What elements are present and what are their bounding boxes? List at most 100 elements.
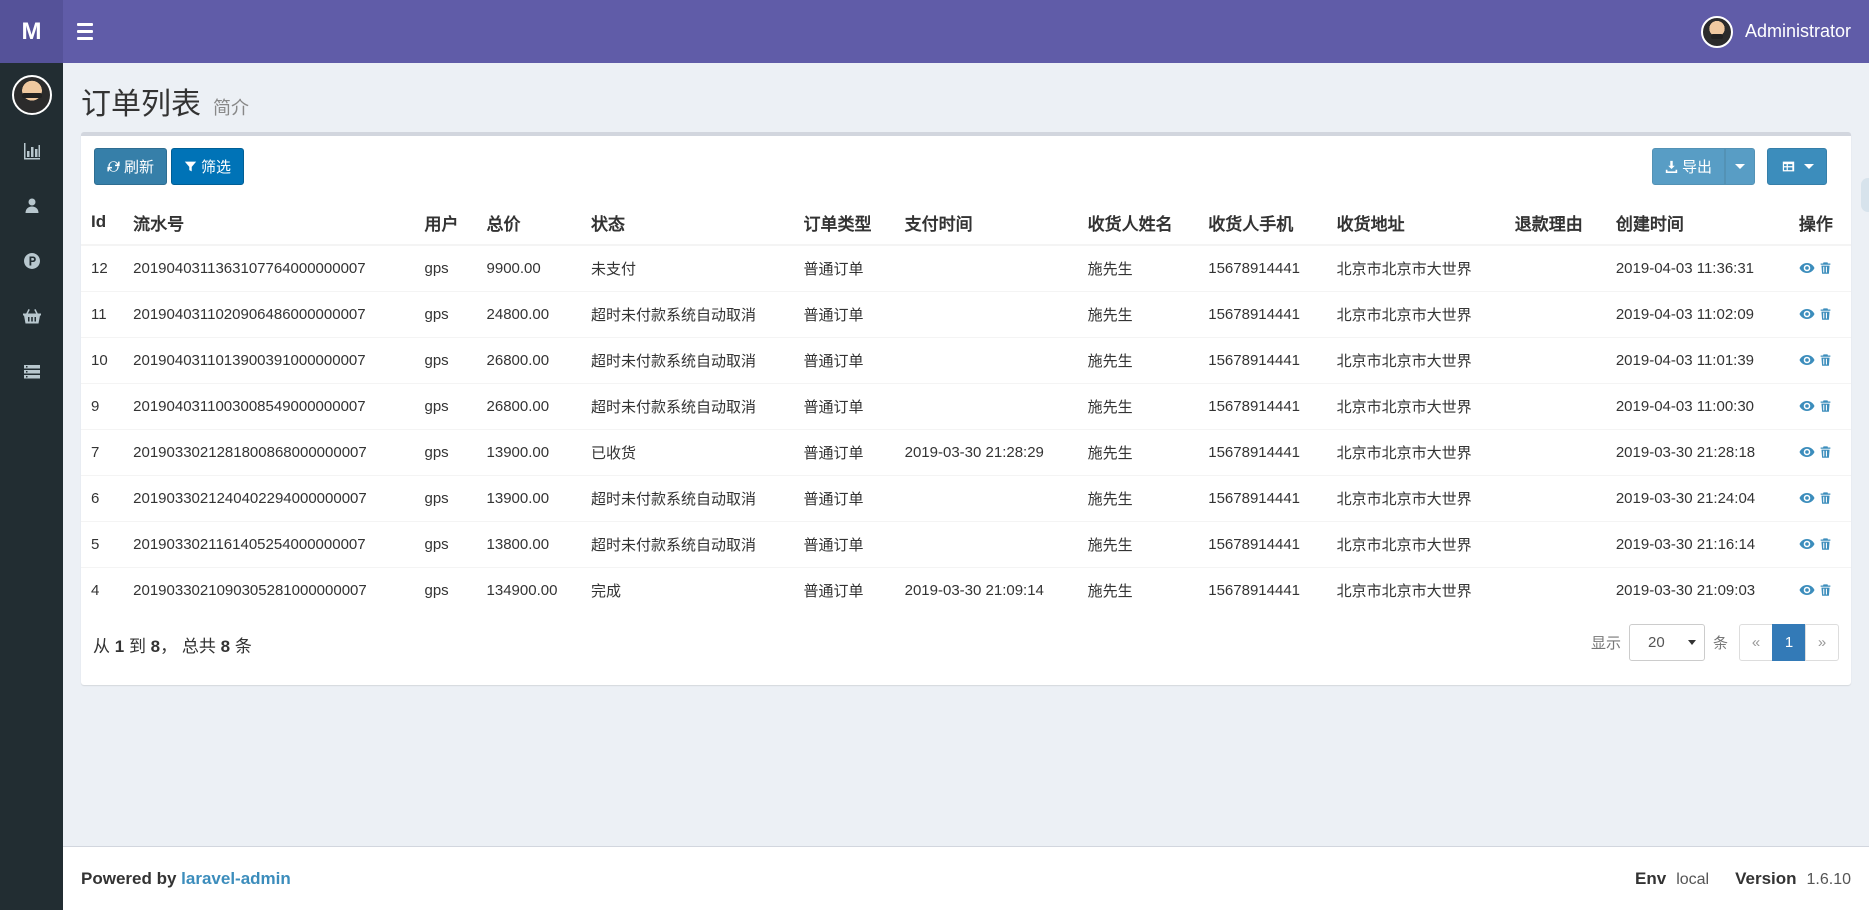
- row-action-icons: [1799, 582, 1841, 598]
- table-cell: [894, 474, 1078, 521]
- table-cell: gps: [414, 474, 477, 521]
- eye-icon[interactable]: [1799, 490, 1815, 506]
- table-cell: 2019040311013900391000000007: [123, 336, 415, 383]
- next-page-button[interactable]: »: [1805, 624, 1839, 661]
- orders-table: Id 流水号 用户 总价 状态 订单类型 支付时间 收货人姓名 收货人手机 收货地址 退款理由 创建时…: [81, 200, 1851, 613]
- table-row: 9 2019040311003008549000000007 gps 26800.00…: [81, 382, 1851, 429]
- column-header: 支付时间: [894, 200, 1078, 246]
- eye-icon[interactable]: [1799, 536, 1815, 552]
- table-header-row: Id 流水号 用户 总价 状态 订单类型 支付时间 收货人姓名 收货人手机 收货地址 退款理由 创建时…: [81, 200, 1851, 246]
- table-cell: 13900.00: [476, 474, 581, 521]
- pagination-summary: 从 1 到 8， 总共 8 条: [93, 632, 252, 657]
- env-value: local: [1676, 870, 1710, 888]
- table-cell: 施先生: [1077, 428, 1199, 475]
- summary-total-word: ， 总共: [160, 637, 216, 656]
- per-page-label: 显示: [1590, 635, 1621, 652]
- eye-icon[interactable]: [1799, 352, 1815, 368]
- sidebar-item-list[interactable]: [0, 343, 63, 398]
- sidebar: [0, 63, 63, 910]
- refresh-button[interactable]: 刷新: [94, 148, 168, 185]
- table-cell: 2019-04-03 11:36:31: [1605, 244, 1789, 291]
- column-header: 退款理由: [1504, 200, 1606, 246]
- list-icon: [23, 364, 40, 378]
- column-header: Id: [81, 200, 124, 246]
- summary-total: 8: [220, 637, 231, 656]
- filter-button[interactable]: 筛选: [171, 148, 245, 185]
- eye-icon[interactable]: [1799, 582, 1815, 598]
- sidebar-toggle-icon[interactable]: [77, 19, 103, 45]
- page-subtitle: 简介: [213, 98, 249, 118]
- table-body: 12 2019040311363107764000000007 gps 9900.00…: [81, 244, 1851, 613]
- version-label: Version: [1735, 868, 1797, 888]
- avatar: [1700, 15, 1733, 48]
- table-cell: gps: [414, 244, 477, 291]
- table-cell: 普通订单: [793, 474, 895, 521]
- per-page-select[interactable]: 20: [1628, 624, 1705, 661]
- export-button[interactable]: 导出: [1651, 148, 1725, 185]
- eye-icon[interactable]: [1799, 444, 1815, 460]
- refresh-label: 刷新: [124, 159, 155, 176]
- trash-icon[interactable]: [1819, 398, 1832, 414]
- table-cell: 施先生: [1077, 336, 1199, 383]
- laravel-admin-link[interactable]: laravel-admin: [181, 869, 291, 888]
- page-links: « 1 »: [1739, 624, 1839, 661]
- trash-icon[interactable]: [1819, 490, 1832, 506]
- user-menu[interactable]: Administrator: [1700, 15, 1851, 48]
- table-cell: 超时未付款系统自动取消: [580, 382, 794, 429]
- table-cell: [894, 336, 1078, 383]
- sidebar-avatar[interactable]: [11, 75, 52, 115]
- column-header: 订单类型: [793, 200, 895, 246]
- table-cell: 15678914441: [1198, 336, 1327, 383]
- sidebar-item-orders[interactable]: [0, 288, 63, 343]
- table-cell: gps: [414, 336, 477, 383]
- trash-icon[interactable]: [1819, 260, 1832, 276]
- eye-icon[interactable]: [1799, 306, 1815, 322]
- eye-icon[interactable]: [1799, 398, 1815, 414]
- table-cell: 11: [81, 290, 124, 337]
- table-cell: 2019033021090305281000000007: [123, 566, 415, 613]
- trash-icon[interactable]: [1819, 306, 1832, 322]
- sidebar-item-users[interactable]: [0, 178, 63, 233]
- row-actions: [1788, 336, 1851, 383]
- prev-page-button[interactable]: «: [1739, 624, 1773, 661]
- table-cell: 超时未付款系统自动取消: [580, 290, 794, 337]
- export-button-group: 导出: [1651, 148, 1755, 185]
- table-row: 12 2019040311363107764000000007 gps 9900.00…: [81, 244, 1851, 291]
- trash-icon[interactable]: [1819, 582, 1832, 598]
- table-cell: 134900.00: [476, 566, 581, 613]
- footer-env: Env local Version 1.6.10: [1635, 869, 1851, 889]
- user-icon: [25, 198, 38, 213]
- table-row: 5 2019033021161405254000000007 gps 13800.00…: [81, 520, 1851, 567]
- table-cell: gps: [414, 520, 477, 567]
- grid-toolbar: 刷新 筛选: [94, 148, 245, 185]
- row-action-icons: [1799, 352, 1841, 368]
- table-cell: [894, 290, 1078, 337]
- column-selector-button[interactable]: [1767, 148, 1827, 185]
- top-navbar: Administrator: [63, 0, 1869, 63]
- table-row: 4 2019033021090305281000000007 gps 134900.0…: [81, 566, 1851, 613]
- filter-label: 筛选: [201, 159, 232, 176]
- trash-icon[interactable]: [1819, 444, 1832, 460]
- trash-icon[interactable]: [1819, 352, 1832, 368]
- table-cell: 2019-04-03 11:00:30: [1605, 382, 1789, 429]
- table-cell: 普通订单: [793, 290, 895, 337]
- sidebar-item-products[interactable]: [0, 233, 63, 288]
- chevron-down-icon: [1687, 640, 1696, 645]
- column-header: 创建时间: [1605, 200, 1789, 246]
- table-cell: 9: [81, 382, 124, 429]
- basket-icon: [22, 308, 41, 323]
- table-cell: 2019-03-30 21:09:14: [894, 566, 1078, 613]
- page-button-1[interactable]: 1: [1772, 624, 1806, 661]
- download-icon: [1665, 160, 1678, 173]
- logo[interactable]: M: [0, 0, 63, 63]
- sidebar-item-dashboard[interactable]: [0, 123, 63, 178]
- trash-icon[interactable]: [1819, 536, 1832, 552]
- row-actions: [1788, 566, 1851, 613]
- export-dropdown-toggle[interactable]: [1725, 148, 1755, 185]
- table-cell: [1504, 520, 1606, 567]
- eye-icon[interactable]: [1799, 260, 1815, 276]
- row-actions: [1788, 382, 1851, 429]
- side-handle[interactable]: [1861, 178, 1869, 212]
- table-cell: 施先生: [1077, 474, 1199, 521]
- summary-prefix: 从: [93, 637, 110, 656]
